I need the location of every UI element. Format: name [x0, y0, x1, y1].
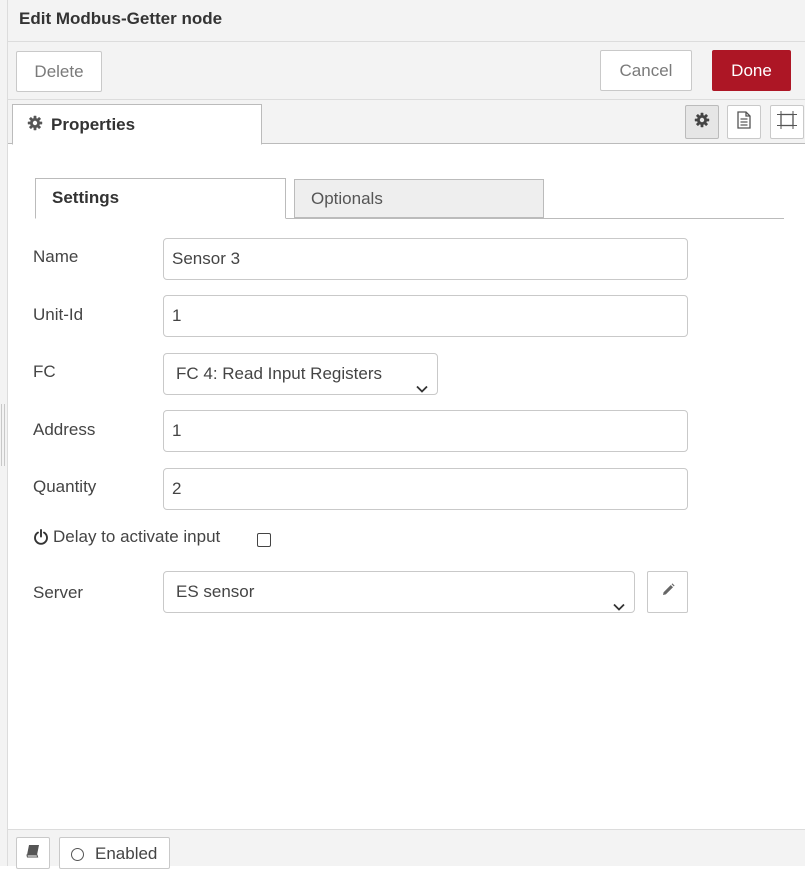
name-label: Name: [33, 247, 79, 266]
fc-select[interactable]: FC 4: Read Input Registers: [163, 353, 438, 395]
circle-icon: [71, 848, 84, 861]
unit-id-field[interactable]: 1: [163, 295, 688, 337]
enabled-toggle[interactable]: Enabled: [59, 837, 170, 869]
gear-icon: [694, 112, 710, 133]
server-select[interactable]: ES sensor: [163, 571, 635, 613]
help-button[interactable]: [16, 837, 50, 869]
node-appearance-button[interactable]: [770, 105, 804, 139]
delay-row: Delay to activate input: [33, 527, 220, 547]
delay-checkbox[interactable]: [257, 533, 271, 547]
cancel-button[interactable]: Cancel: [600, 50, 692, 91]
unit-id-label: Unit-Id: [33, 305, 84, 324]
settings-tab-bar: Settings Optionals: [35, 178, 784, 219]
node-settings-button[interactable]: [685, 105, 719, 139]
chevron-down-icon: [613, 586, 625, 626]
edit-node-panel: Edit Modbus-Getter node Delete Cancel Do…: [8, 0, 805, 869]
power-icon: [33, 529, 49, 545]
quantity-field[interactable]: 2: [163, 468, 688, 510]
book-icon: [26, 844, 40, 863]
name-field[interactable]: Sensor 3: [163, 238, 688, 280]
enabled-label: Enabled: [95, 844, 158, 863]
frame-icon: [777, 110, 797, 134]
pencil-icon: [661, 582, 675, 602]
tab-properties-label: Properties: [51, 115, 136, 134]
resize-grip[interactable]: [1, 404, 5, 466]
fc-label: FC: [33, 362, 56, 381]
node-description-button[interactable]: [727, 105, 761, 139]
server-label: Server: [33, 583, 84, 602]
server-select-value: ES sensor: [176, 582, 255, 601]
tab-optionals[interactable]: Optionals: [294, 179, 544, 218]
address-label: Address: [33, 420, 96, 439]
panel-tab-row: Properties: [8, 100, 805, 145]
action-bar: Delete Cancel Done: [8, 42, 805, 100]
quantity-label: Quantity: [33, 477, 97, 496]
chevron-down-icon: [416, 368, 428, 408]
document-icon: [736, 110, 752, 134]
edit-server-button[interactable]: [647, 571, 688, 613]
panel-footer: Enabled: [8, 829, 805, 869]
gear-icon: [27, 115, 43, 136]
panel-header: Edit Modbus-Getter node: [8, 0, 805, 42]
delete-button[interactable]: Delete: [16, 51, 102, 92]
address-field[interactable]: 1: [163, 410, 688, 452]
fc-select-value: FC 4: Read Input Registers: [176, 364, 382, 383]
tab-settings[interactable]: Settings: [35, 178, 286, 219]
done-button[interactable]: Done: [712, 50, 791, 91]
left-resize-edge[interactable]: [0, 0, 8, 866]
panel-title: Edit Modbus-Getter node: [19, 9, 223, 28]
tab-properties[interactable]: Properties: [12, 104, 262, 145]
delay-label: Delay to activate input: [53, 527, 221, 546]
